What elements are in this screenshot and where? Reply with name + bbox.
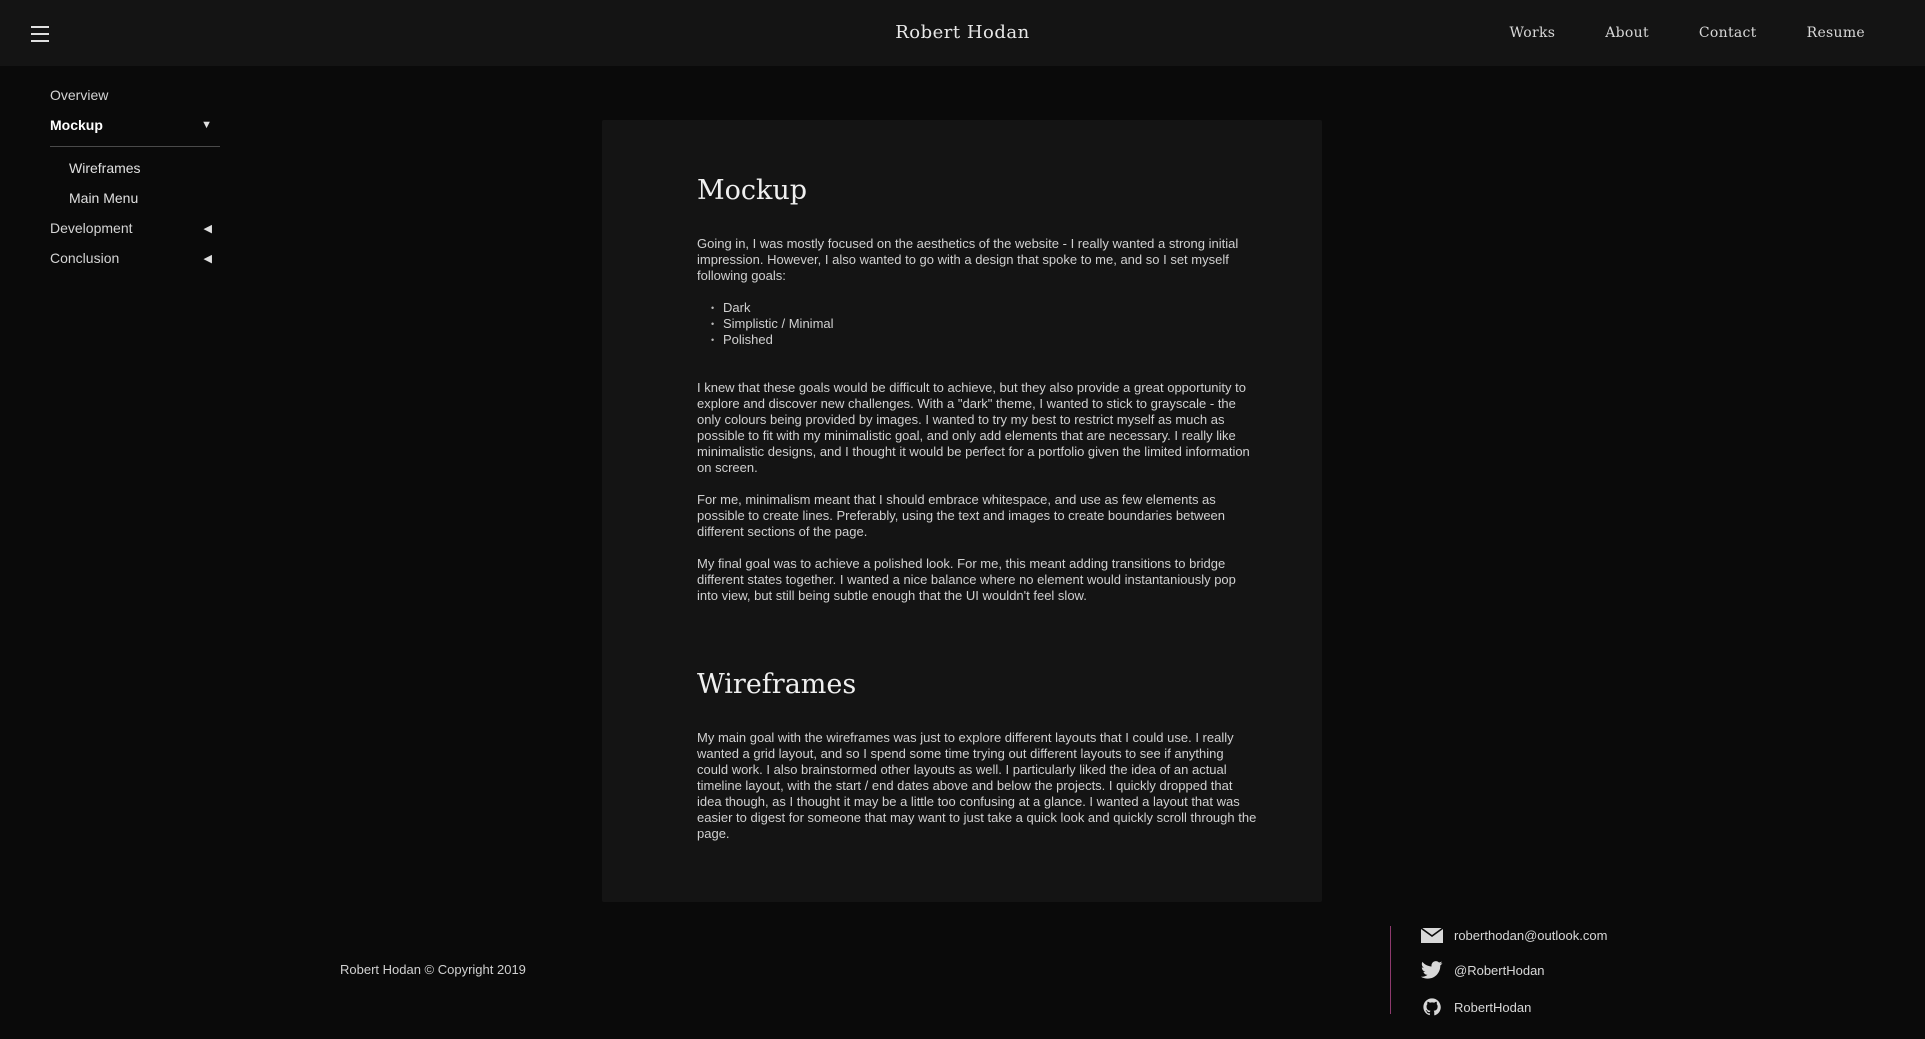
section-heading-mockup: Mockup: [697, 175, 808, 206]
toc-development[interactable]: Development ◀: [50, 213, 220, 243]
toc-label: Mockup: [50, 117, 103, 133]
email-link[interactable]: roberthodan@outlook.com: [1421, 926, 1607, 944]
article-card: Mockup Going in, I was mostly focused on…: [602, 120, 1322, 902]
goals-list: Dark Simplistic / Minimal Polished: [697, 300, 1257, 348]
twitter-link[interactable]: @RobertHodan: [1421, 961, 1545, 979]
main-nav: Works About Contact Resume: [1510, 25, 1865, 41]
toc-label: Conclusion: [50, 250, 120, 266]
toc-label: Main Menu: [69, 190, 139, 206]
table-of-contents: Overview Mockup ▼ Wireframes Main Menu D…: [50, 80, 220, 273]
twitter-icon: [1421, 961, 1443, 979]
caret-left-icon: ◀: [203, 222, 212, 235]
toc-main-menu[interactable]: Main Menu: [50, 183, 220, 213]
twitter-label: @RobertHodan: [1454, 962, 1545, 978]
goal-item: Dark: [711, 300, 1257, 316]
github-link[interactable]: RobertHodan: [1421, 998, 1531, 1016]
github-icon: [1423, 998, 1441, 1016]
toc-conclusion[interactable]: Conclusion ◀: [50, 243, 220, 273]
toc-overview[interactable]: Overview: [50, 80, 220, 110]
hamburger-menu-icon[interactable]: [31, 26, 49, 42]
toc-label: Overview: [50, 87, 109, 103]
nav-contact[interactable]: Contact: [1699, 25, 1757, 41]
mail-icon: [1421, 927, 1443, 943]
github-label: RobertHodan: [1454, 999, 1532, 1015]
toc-divider: [50, 146, 220, 147]
email-label: roberthodan@outlook.com: [1454, 927, 1608, 943]
toc-label: Development: [50, 220, 133, 236]
toc-mockup[interactable]: Mockup ▼: [50, 110, 220, 140]
paragraph: My main goal with the wireframes was jus…: [697, 730, 1257, 841]
copyright-text: Robert Hodan © Copyright 2019: [340, 962, 526, 977]
goal-item: Simplistic / Minimal: [711, 316, 1257, 332]
contact-links: roberthodan@outlook.com @RobertHodan Rob…: [1390, 926, 1607, 1016]
toc-wireframes[interactable]: Wireframes: [50, 153, 220, 183]
paragraph: For me, minimalism meant that I should e…: [697, 492, 1226, 539]
site-title[interactable]: Robert Hodan: [895, 22, 1030, 43]
nav-resume[interactable]: Resume: [1807, 25, 1865, 41]
caret-down-icon: ▼: [201, 119, 212, 131]
goal-item: Polished: [711, 332, 1257, 348]
toc-label: Wireframes: [69, 160, 141, 176]
paragraph: I knew that these goals would be difficu…: [697, 380, 1250, 475]
nav-about[interactable]: About: [1605, 25, 1649, 41]
article-content: Mockup Going in, I was mostly focused on…: [697, 175, 1257, 858]
top-bar: Robert Hodan Works About Contact Resume: [0, 0, 1925, 66]
section-heading-wireframes: Wireframes: [697, 669, 857, 700]
paragraph: Going in, I was mostly focused on the ae…: [697, 236, 1239, 283]
caret-left-icon: ◀: [203, 252, 212, 265]
nav-works[interactable]: Works: [1510, 25, 1556, 41]
paragraph: My final goal was to achieve a polished …: [697, 556, 1236, 603]
